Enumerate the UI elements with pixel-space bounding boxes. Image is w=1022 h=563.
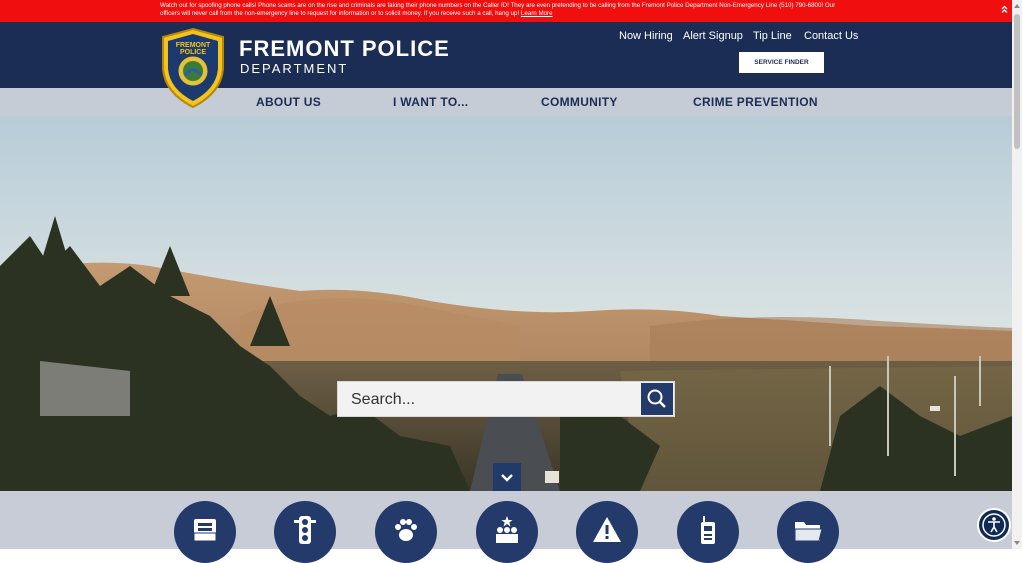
nav-about-us[interactable]: ABOUT US <box>256 95 321 109</box>
open-folder-icon <box>794 522 823 542</box>
scroll-down-arrow-icon[interactable] <box>1014 540 1020 546</box>
search-button[interactable] <box>641 383 673 415</box>
documents-icon <box>193 519 217 542</box>
nav-crime-prevention[interactable]: CRIME PREVENTION <box>693 95 818 109</box>
paw-icon <box>395 519 417 541</box>
scrollbar-thumb[interactable] <box>1014 14 1020 149</box>
main-nav: ABOUT US I WANT TO... COMMUNITY CRIME PR… <box>0 88 1012 116</box>
learn-more-link[interactable]: Learn More <box>521 10 553 17</box>
quick-link-traffic[interactable] <box>274 501 336 563</box>
traffic-light-icon <box>294 516 316 544</box>
community-icon <box>496 516 518 543</box>
quick-link-documents[interactable] <box>174 501 236 563</box>
now-hiring-link[interactable]: Now Hiring <box>619 30 673 42</box>
badge-fremont-text: FREMONT <box>176 42 211 49</box>
contact-us-link[interactable]: Contact Us <box>804 30 858 42</box>
quick-link-animal-services[interactable] <box>375 501 437 563</box>
warning-icon <box>593 517 621 542</box>
quick-link-records[interactable] <box>777 501 839 563</box>
search-input[interactable] <box>338 382 653 418</box>
site-header <box>0 22 1012 88</box>
search-icon <box>647 389 666 408</box>
accessibility-button[interactable] <box>977 508 1011 542</box>
quick-link-community[interactable] <box>476 501 538 563</box>
tip-line-link[interactable]: Tip Line <box>753 30 792 42</box>
page-scrollbar[interactable] <box>1012 0 1022 549</box>
radio-icon <box>701 516 715 544</box>
hero-image <box>0 116 1012 491</box>
scroll-down-button[interactable] <box>493 463 521 491</box>
chevron-down-icon <box>501 474 513 482</box>
nav-i-want-to[interactable]: I WANT TO... <box>393 95 468 109</box>
alert-banner: Watch out for spoofing phone calls! Phon… <box>0 0 1012 22</box>
site-title[interactable]: FREMONT POLICE <box>239 36 450 62</box>
site-subtitle[interactable]: DEPARTMENT <box>240 61 348 76</box>
quick-link-alerts[interactable] <box>576 501 638 563</box>
alert-message: Watch out for spoofing phone calls! Phon… <box>160 2 850 18</box>
service-finder-button[interactable]: SERVICE FINDER <box>739 52 824 73</box>
badge-police-text: POLICE <box>180 49 206 56</box>
nav-community[interactable]: COMMUNITY <box>541 95 618 109</box>
police-badge-logo[interactable]: FREMONT POLICE <box>161 27 225 109</box>
scroll-up-arrow-icon[interactable] <box>1014 3 1020 9</box>
search-bar <box>337 381 675 418</box>
double-chevron-up-icon[interactable] <box>1001 5 1008 16</box>
quick-link-dispatch[interactable] <box>677 501 739 563</box>
alert-signup-link[interactable]: Alert Signup <box>683 30 743 42</box>
alert-text: Watch out for spoofing phone calls! Phon… <box>160 2 836 17</box>
accessibility-icon <box>982 513 1006 537</box>
